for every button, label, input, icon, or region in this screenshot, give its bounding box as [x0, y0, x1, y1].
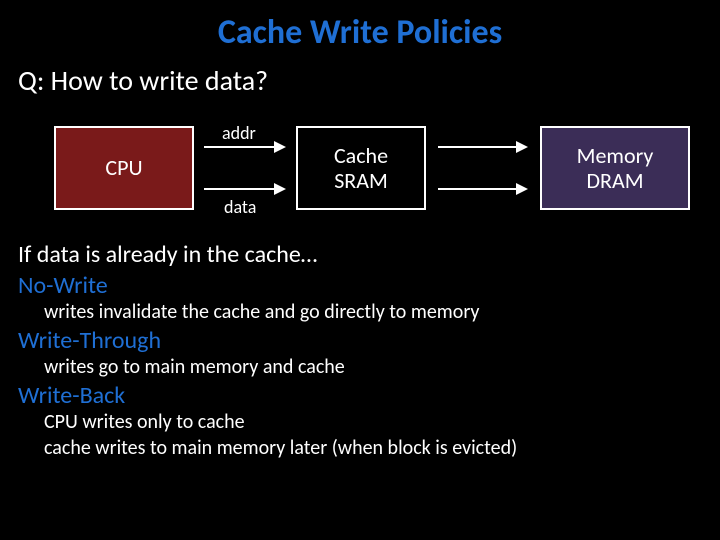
policy-write-through-desc: writes go to main memory and cache	[44, 355, 702, 379]
arrow-cache-mem-2-icon	[438, 188, 526, 190]
memory-label-1: Memory	[542, 143, 688, 168]
policy-no-write-desc: writes invalidate the cache and go direc…	[44, 300, 702, 324]
data-label: data	[224, 196, 256, 218]
policy-no-write: No-Write	[18, 271, 702, 300]
policy-write-back-desc-1: CPU writes only to cache	[44, 410, 702, 434]
addr-label: addr	[222, 122, 256, 144]
policy-write-back-desc-2: cache writes to main memory later (when …	[44, 436, 702, 460]
diagram: CPU Cache SRAM Memory DRAM addr data	[28, 116, 702, 226]
arrow-data-icon	[204, 188, 284, 190]
memory-label-2: DRAM	[542, 168, 688, 193]
arrow-cache-mem-1-icon	[438, 146, 526, 148]
slide-title: Cache Write Policies	[18, 12, 702, 53]
policy-write-through: Write-Through	[18, 326, 702, 355]
arrow-addr-icon	[204, 146, 284, 148]
lead-text: If data is already in the cache…	[18, 240, 702, 269]
question-text: Q: How to write data?	[18, 63, 702, 98]
cpu-label: CPU	[56, 155, 192, 180]
slide: Cache Write Policies Q: How to write dat…	[0, 0, 720, 540]
cache-box: Cache SRAM	[296, 126, 426, 210]
memory-box: Memory DRAM	[540, 126, 690, 210]
cache-label-2: SRAM	[298, 168, 424, 193]
cpu-box: CPU	[54, 126, 194, 210]
cache-label-1: Cache	[298, 143, 424, 168]
policy-write-back: Write-Back	[18, 381, 702, 410]
body-text: If data is already in the cache… No-Writ…	[18, 240, 702, 460]
